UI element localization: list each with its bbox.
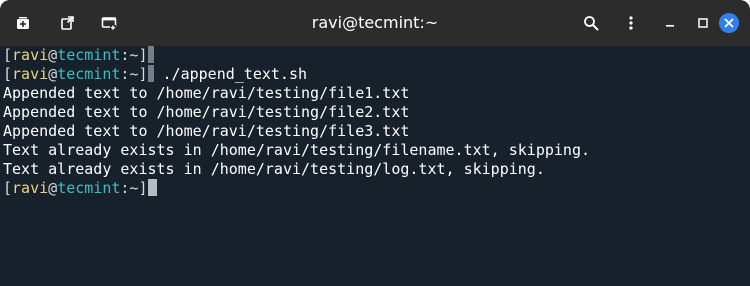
prompt-at: @ [48, 65, 58, 83]
terminal-line: [ravi@tecmint:~] ./append_text.sh [3, 65, 750, 84]
terminal-window: ravi@tecmint:~ [ravi@tecmint:~] [ravi@te… [0, 0, 750, 286]
prompt-host: tecmint [57, 65, 121, 83]
search-icon [583, 15, 599, 31]
prompt-open-bracket: [ [3, 46, 13, 64]
prompt-close-bracket: ] [138, 179, 148, 197]
output-line: Text already exists in /home/ravi/testin… [3, 141, 590, 159]
close-button[interactable] [714, 8, 744, 38]
title-bar: ravi@tecmint:~ [0, 0, 750, 46]
prompt-path: :~ [120, 179, 139, 197]
minimize-button[interactable] [655, 8, 685, 38]
prompt-path: :~ [120, 46, 139, 64]
menu-button[interactable] [616, 8, 646, 38]
close-icon [718, 12, 740, 34]
menu-kebab-icon [623, 15, 639, 31]
new-window-button[interactable] [94, 8, 124, 38]
new-tab-icon [15, 15, 31, 31]
prompt-close-bracket: ] [138, 65, 148, 83]
prompt-host: tecmint [57, 46, 121, 64]
detach-tab-button[interactable] [52, 8, 82, 38]
cursor-block [147, 65, 154, 82]
prompt-host: tecmint [57, 179, 121, 197]
prompt-path: :~ [120, 65, 139, 83]
terminal-line: [ravi@tecmint:~] [3, 46, 750, 65]
prompt-close-bracket: ] [138, 46, 148, 64]
maximize-icon [696, 16, 710, 30]
prompt-open-bracket: [ [3, 179, 13, 197]
detach-tab-icon [59, 15, 75, 31]
prompt-open-bracket: [ [3, 65, 13, 83]
output-line: Appended text to /home/ravi/testing/file… [3, 103, 410, 121]
cursor-block [147, 46, 154, 63]
search-button[interactable] [576, 8, 606, 38]
output-line: Appended text to /home/ravi/testing/file… [3, 84, 410, 102]
prompt-user: ravi [12, 65, 49, 83]
minimize-icon [663, 16, 677, 30]
terminal-output[interactable]: [ravi@tecmint:~] [ravi@tecmint:~] ./appe… [0, 46, 750, 286]
prompt-user: ravi [12, 179, 49, 197]
prompt-user: ravi [12, 46, 49, 64]
terminal-line: [ravi@tecmint:~] [3, 179, 750, 198]
new-tab-button[interactable] [8, 8, 38, 38]
prompt-at: @ [48, 179, 58, 197]
text-cursor [147, 179, 157, 196]
output-line: Appended text to /home/ravi/testing/file… [3, 122, 410, 140]
output-line: Text already exists in /home/ravi/testin… [3, 160, 545, 178]
prompt-at: @ [48, 46, 58, 64]
new-window-icon [101, 15, 117, 31]
command-text: ./append_text.sh [153, 65, 308, 83]
